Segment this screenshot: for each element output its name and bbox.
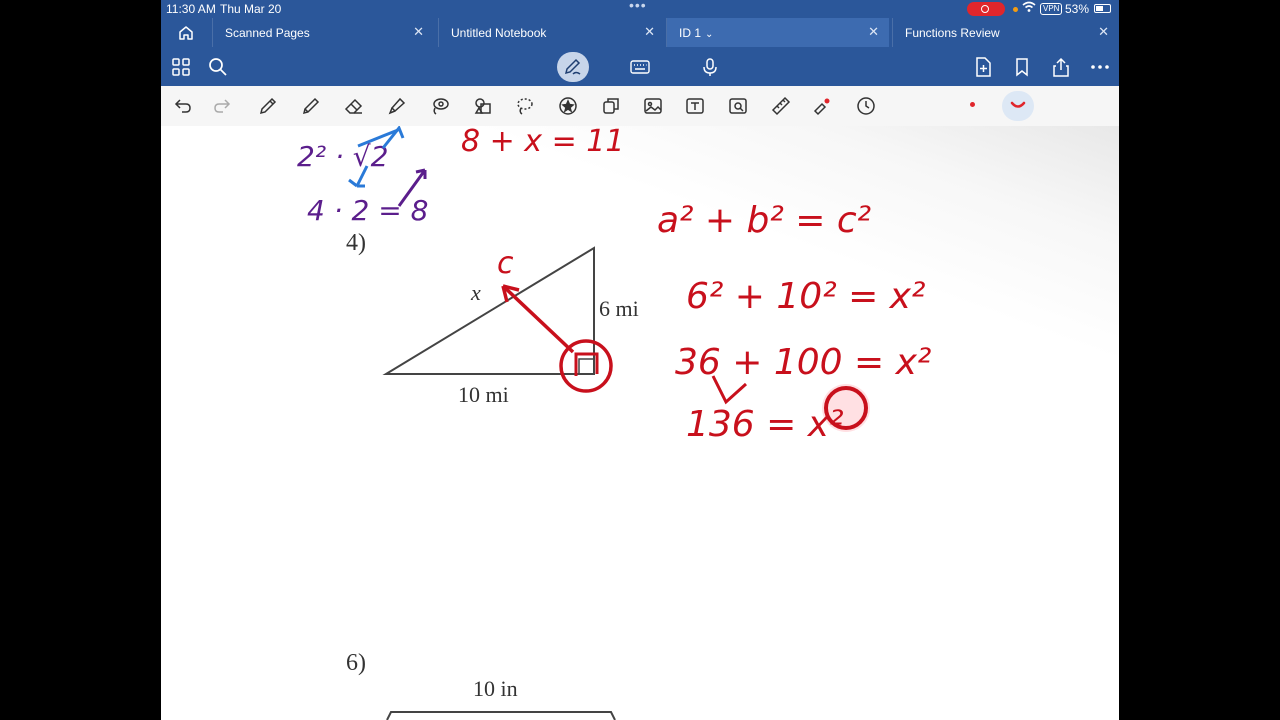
share-icon[interactable] <box>1050 56 1072 78</box>
timer-icon[interactable] <box>856 96 876 116</box>
top-toolbar <box>161 47 1119 86</box>
lasso-select-icon[interactable] <box>515 96 535 116</box>
equation-2: 6² + 10² = x² <box>686 276 926 317</box>
equation-3: 36 + 100 = x² <box>675 342 932 383</box>
apps-grid-icon[interactable] <box>170 56 192 78</box>
drawing-toolbar <box>161 86 1119 127</box>
pencil-icon[interactable] <box>301 96 321 116</box>
mic-indicator-icon <box>1013 7 1018 12</box>
multitask-dots-icon[interactable]: ••• <box>629 0 647 13</box>
microphone-icon[interactable] <box>699 56 721 78</box>
pen-icon[interactable] <box>258 96 278 116</box>
redo-icon[interactable] <box>212 96 232 116</box>
highlighter-icon[interactable] <box>387 96 407 116</box>
keyboard-icon[interactable] <box>629 56 651 78</box>
image-scan-icon[interactable] <box>728 96 748 116</box>
close-icon[interactable]: ✕ <box>868 24 879 40</box>
screen-record-icon[interactable] <box>967 2 1005 16</box>
eraser-icon[interactable] <box>344 96 364 116</box>
tab-label: Functions Review <box>905 26 1000 40</box>
ruler-icon[interactable] <box>771 96 791 116</box>
status-date: Thu Mar 20 <box>220 2 282 16</box>
tab-untitled-notebook[interactable]: Untitled Notebook ✕ <box>438 18 665 47</box>
tab-label: Scanned Pages <box>225 26 310 40</box>
tab-scanned-pages[interactable]: Scanned Pages ✕ <box>212 18 434 47</box>
tab-id-1[interactable]: ID 1 ⌄ ✕ <box>666 18 889 47</box>
battery-percent: 53% <box>1065 2 1090 16</box>
bookmark-icon[interactable] <box>1011 56 1033 78</box>
tab-functions-review[interactable]: Functions Review ✕ <box>892 18 1119 47</box>
close-icon[interactable]: ✕ <box>644 24 655 40</box>
color-swatch-red[interactable] <box>970 102 975 107</box>
close-icon[interactable]: ✕ <box>413 24 424 40</box>
battery-icon <box>1094 4 1111 13</box>
worksheet-page[interactable]: 4) x 6 mi 10 mi 6) 10 in 2² · √2 4 · 2 =… <box>161 126 1119 720</box>
ink-arrows <box>348 126 870 432</box>
equation-4: 136 = x² <box>686 404 844 445</box>
tab-label: ID 1 <box>679 26 702 40</box>
copy-icon[interactable] <box>601 96 621 116</box>
chevron-down-icon[interactable]: ⌄ <box>705 29 713 40</box>
text-icon[interactable] <box>685 96 705 116</box>
tab-label: Untitled Notebook <box>451 26 547 40</box>
tab-bar: Scanned Pages ✕ Untitled Notebook ✕ ID 1… <box>161 18 1119 47</box>
home-icon[interactable] <box>177 24 195 42</box>
laser-pointer-icon[interactable] <box>812 96 832 116</box>
ipad-screen: 11:30 AM Thu Mar 20 ••• VPN 53% Scanned … <box>161 0 1119 720</box>
pen-mode-button[interactable] <box>557 52 589 82</box>
lasso-icon[interactable] <box>430 96 450 116</box>
more-icon[interactable] <box>1089 56 1111 78</box>
equation-1: a² + b² = c² <box>657 200 872 241</box>
image-icon[interactable] <box>643 96 663 116</box>
selected-pen-color[interactable] <box>1002 91 1034 121</box>
sticker-icon[interactable] <box>558 96 578 116</box>
vpn-badge: VPN <box>1040 3 1063 15</box>
hypotenuse-note: c <box>497 246 514 281</box>
status-time: 11:30 AM <box>166 2 216 16</box>
close-icon[interactable]: ✕ <box>1098 24 1109 40</box>
shapes-icon[interactable] <box>473 96 493 116</box>
undo-icon[interactable] <box>173 96 193 116</box>
status-bar: 11:30 AM Thu Mar 20 ••• VPN 53% <box>161 0 1119 18</box>
add-page-icon[interactable] <box>972 56 994 78</box>
search-icon[interactable] <box>207 56 229 78</box>
wifi-icon <box>1022 1 1036 16</box>
